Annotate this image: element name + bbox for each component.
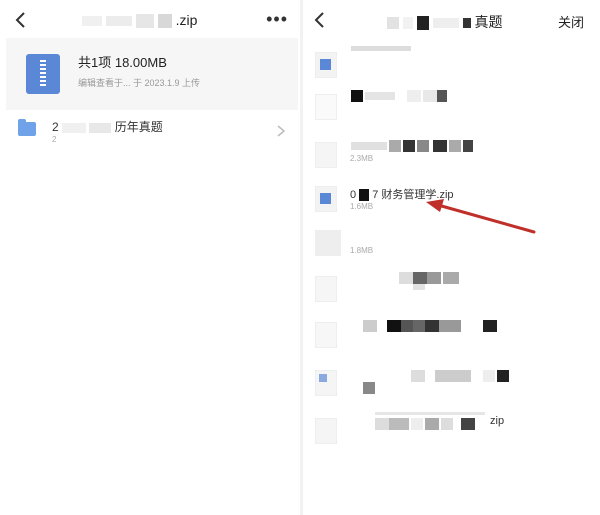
item-size: 1.8MB <box>350 246 374 255</box>
close-button[interactable]: 关闭 <box>558 12 584 31</box>
annotation-arrow-icon <box>426 199 536 234</box>
item-name: zip <box>490 415 505 427</box>
back-arrow-icon[interactable] <box>313 10 327 30</box>
file-thumbnail <box>315 52 337 78</box>
more-options-icon[interactable]: ••• <box>266 9 288 30</box>
file-thumbnail <box>315 276 337 302</box>
top-bar: 真题 关闭 <box>303 0 600 40</box>
item-size: 1.6MB <box>350 202 374 211</box>
zip-file-icon <box>26 54 60 94</box>
archive-title: .zip <box>82 12 198 29</box>
summary-meta: 编辑查看于... 于 2023.1.9 上传 <box>78 78 201 88</box>
file-thumbnail <box>315 186 337 212</box>
list-item[interactable]: 2.3MB <box>303 130 600 176</box>
list-item[interactable]: zip <box>303 408 600 454</box>
item-name-prefix: 0 <box>350 189 357 201</box>
list-item[interactable] <box>303 84 600 130</box>
file-thumbnail <box>315 94 337 120</box>
chevron-right-icon <box>276 124 286 138</box>
file-thumbnail <box>315 370 337 396</box>
list-item[interactable] <box>303 268 600 314</box>
list-title-suffix: 真题 <box>474 14 503 30</box>
item-size: 2.3MB <box>350 154 374 163</box>
file-list-panel: 真题 关闭 2.3MB 0 7 财务管理学.zip 1.6MB 1.8MB zi… <box>303 0 600 515</box>
folder-subtitle: 2 <box>52 135 57 144</box>
file-thumbnail <box>315 418 337 444</box>
folder-name-suffix: 历年真题 <box>114 120 163 134</box>
archive-view-panel: .zip ••• 共1项 18.00MB 编辑查看于... 于 2023.1.9… <box>0 0 300 515</box>
folder-icon <box>18 119 36 136</box>
file-thumbnail <box>315 230 341 256</box>
file-thumbnail <box>315 142 337 168</box>
archive-title-suffix: .zip <box>175 12 198 28</box>
list-item[interactable] <box>303 316 600 362</box>
list-item[interactable] <box>303 362 600 408</box>
folder-name-prefix: 2 <box>52 120 59 134</box>
folder-row[interactable]: 2 历年真题 2 <box>0 110 300 154</box>
archive-summary-card: 共1项 18.00MB 编辑查看于... 于 2023.1.9 上传 <box>6 38 298 110</box>
summary-count: 共1项 18.00MB <box>78 55 167 70</box>
folder-name: 2 历年真题 <box>52 118 163 135</box>
top-bar: .zip ••• <box>0 0 300 40</box>
list-item[interactable] <box>303 40 600 86</box>
back-arrow-icon[interactable] <box>14 10 28 30</box>
file-thumbnail <box>315 322 337 348</box>
list-title: 真题 <box>387 12 502 32</box>
